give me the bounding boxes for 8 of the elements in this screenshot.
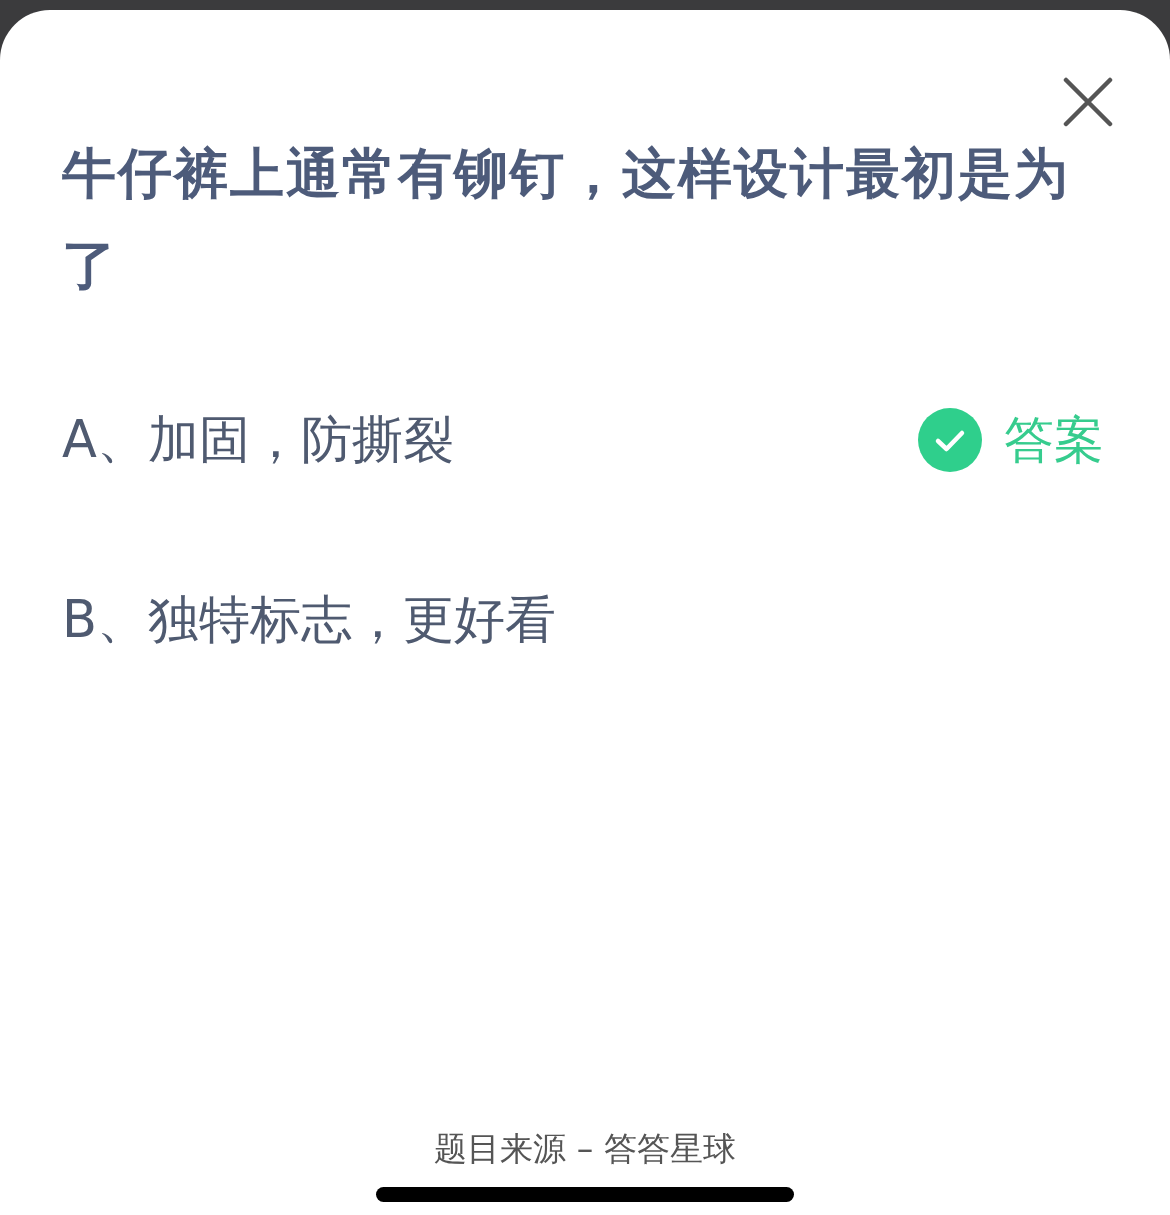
source-caption: 题目来源 – 答答星球 [434, 1127, 736, 1170]
check-circle-icon [918, 408, 982, 472]
answer-option[interactable]: B、独特标志，更好看 [62, 581, 556, 659]
answer-option[interactable]: A、加固，防撕裂 [62, 401, 454, 479]
question-text: 牛仔裤上通常有铆钉，这样设计最初是为了 [62, 141, 1071, 299]
close-button[interactable] [1062, 76, 1114, 128]
answer-label: 答案 [1004, 409, 1104, 471]
close-icon [1063, 77, 1113, 127]
